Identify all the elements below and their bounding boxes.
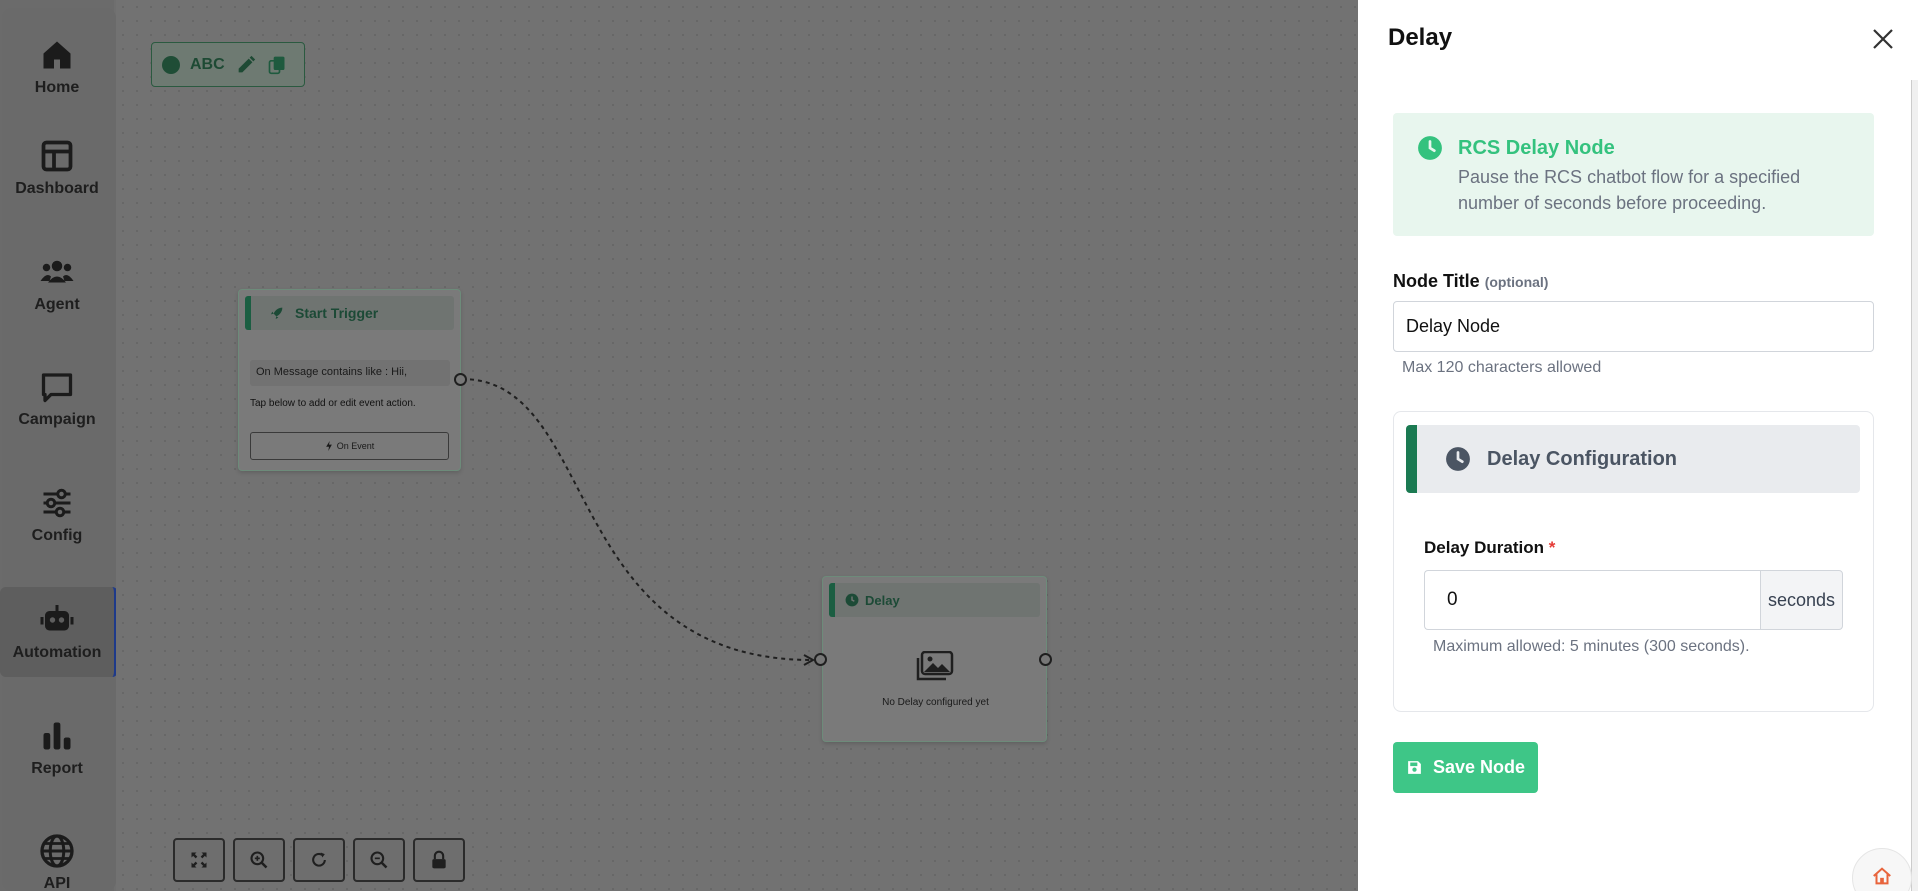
zoom-in-icon xyxy=(250,851,268,869)
node-settings-panel: Delay RCS Delay Node Pause the RCS chatb… xyxy=(1358,0,1918,891)
delay-config-card: Delay Configuration Delay Duration * sec… xyxy=(1393,411,1874,712)
config-heading: Delay Configuration xyxy=(1487,447,1678,470)
reset-button[interactable] xyxy=(293,838,345,882)
on-event-label: On Event xyxy=(336,441,375,451)
bolt-icon xyxy=(325,441,332,451)
trigger-instruction: Tap below to add or edit event action. xyxy=(250,398,416,409)
info-description: Pause the RCS chatbot flow for a specifi… xyxy=(1458,167,1801,213)
zoom-out-icon xyxy=(370,851,388,869)
node-title-hint: Max 120 characters allowed xyxy=(1402,359,1602,376)
connection-edge xyxy=(461,378,816,666)
delay-input-handle[interactable] xyxy=(814,653,827,666)
delay-duration-label: Delay Duration * xyxy=(1424,538,1555,558)
node-title: Start Trigger xyxy=(295,305,379,321)
unit-addon: seconds xyxy=(1760,570,1843,630)
required-mark: * xyxy=(1548,538,1556,557)
delay-duration-input[interactable] xyxy=(1424,570,1760,630)
lock-icon xyxy=(432,850,446,869)
clock-icon xyxy=(1418,136,1442,160)
config-header: Delay Configuration xyxy=(1406,425,1860,493)
optional-tag: (optional) xyxy=(1484,274,1549,290)
start-output-handle[interactable] xyxy=(454,373,467,386)
node-title-input[interactable] xyxy=(1393,301,1874,352)
save-node-label: Save Node xyxy=(1432,757,1526,777)
canvas-controls xyxy=(173,838,465,882)
info-box: RCS Delay Node Pause the RCS chatbot flo… xyxy=(1393,113,1874,236)
save-node-button[interactable]: Save Node xyxy=(1393,742,1538,793)
node-title-label: Node Title (optional) xyxy=(1393,271,1548,292)
node-header: Start Trigger xyxy=(245,296,454,330)
start-trigger-node[interactable]: Start Trigger On Message contains like :… xyxy=(238,289,461,471)
delay-node[interactable]: Delay No Delay configured yet xyxy=(822,576,1047,742)
fit-view-button[interactable] xyxy=(173,838,225,882)
home-icon xyxy=(1873,867,1891,885)
zoom-out-button[interactable] xyxy=(353,838,405,882)
delay-duration-label-text: Delay Duration xyxy=(1424,538,1544,557)
clock-icon xyxy=(845,593,859,607)
info-title: RCS Delay Node xyxy=(1458,137,1615,159)
images-icon xyxy=(916,651,954,681)
zoom-in-button[interactable] xyxy=(233,838,285,882)
panel-title: Delay xyxy=(1388,24,1453,51)
delay-output-handle[interactable] xyxy=(1039,653,1052,666)
fit-view-icon xyxy=(191,852,207,868)
delay-duration-hint: Maximum allowed: 5 minutes (300 seconds)… xyxy=(1433,638,1750,655)
clock-icon xyxy=(1446,447,1470,471)
scrollbar[interactable] xyxy=(1911,80,1918,891)
save-icon xyxy=(1408,761,1421,774)
on-event-button[interactable]: On Event xyxy=(250,432,449,460)
rocket-icon xyxy=(271,307,283,319)
node-title-label-text: Node Title xyxy=(1393,271,1480,291)
node-header: Delay xyxy=(829,583,1040,617)
trigger-message: On Message contains like : Hii, xyxy=(250,360,450,386)
refresh-icon xyxy=(312,852,326,867)
close-button[interactable] xyxy=(1866,22,1900,56)
lock-button[interactable] xyxy=(413,838,465,882)
node-title: Delay xyxy=(865,592,900,608)
delay-empty-text: No Delay configured yet xyxy=(882,697,989,708)
close-icon xyxy=(1873,29,1893,49)
